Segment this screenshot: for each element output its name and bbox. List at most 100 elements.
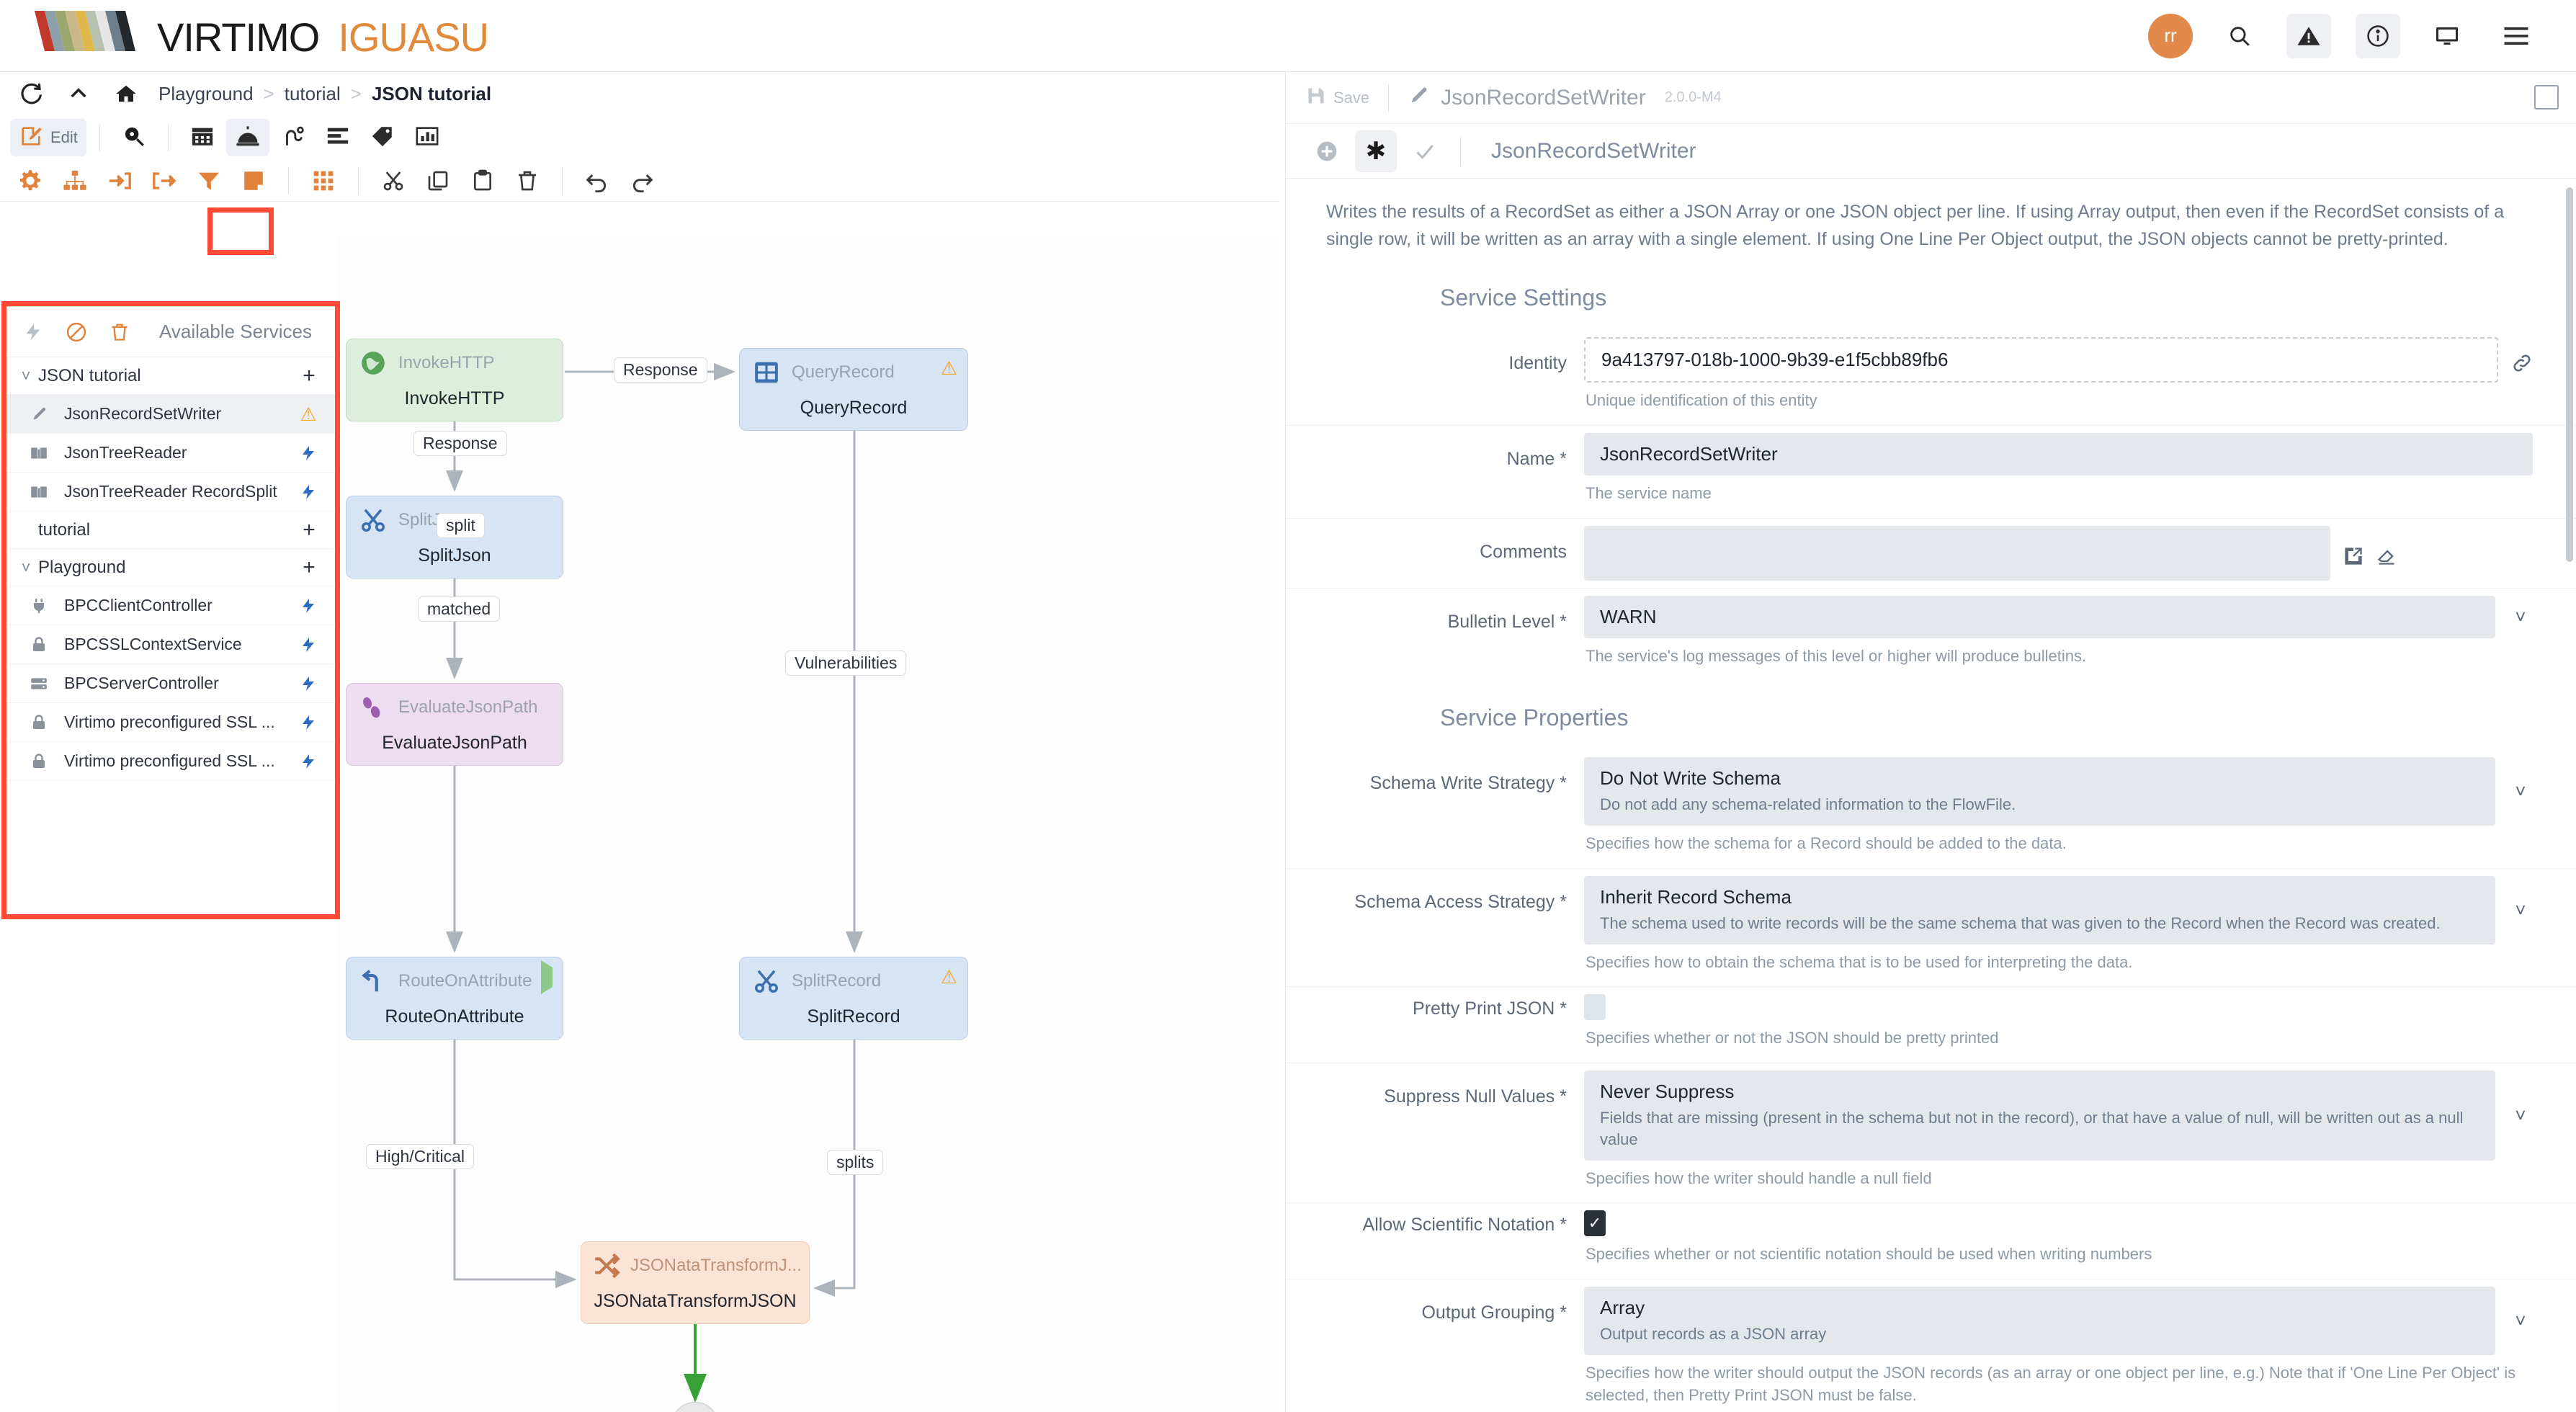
property-row-allow-scientific-notation: Allow Scientific Notation * ✓ Specifies … [1286, 1202, 2576, 1279]
redo-button[interactable] [622, 164, 662, 197]
zoom-button[interactable] [113, 119, 155, 156]
service-item-bpcsslcontextservice[interactable]: BPCSSLContextService [6, 625, 335, 664]
available-services-panel[interactable]: Available Services ˅ JSON tutorial + Jso… [6, 306, 336, 915]
hierarchy-button[interactable] [55, 164, 95, 197]
suppress-null-values-select[interactable]: Never Suppress Fields that are missing (… [1584, 1071, 2495, 1161]
edit-button[interactable]: Edit [10, 119, 86, 156]
toolbar-divider [99, 124, 100, 151]
paste-button[interactable] [462, 164, 503, 197]
cut-button[interactable] [373, 164, 413, 197]
chevron-up-icon[interactable] [63, 79, 94, 109]
allow-scientific-notation-checkbox[interactable]: ✓ [1584, 1210, 1606, 1237]
brand-logo: VIRTIMO IGUASU [0, 11, 489, 61]
flow-node-invokehttp[interactable]: InvokeHTTP InvokeHTTP [346, 339, 563, 421]
search-icon[interactable] [2217, 14, 2262, 58]
info-icon[interactable] [2356, 13, 2400, 58]
grid-button[interactable] [303, 164, 344, 197]
chevron-down-icon[interactable]: ˅ [2508, 757, 2533, 826]
monitor-icon[interactable] [2425, 14, 2469, 58]
flow-node-type: QueryRecord [792, 362, 895, 382]
import-button[interactable] [99, 164, 140, 197]
add-tab[interactable] [1306, 130, 1348, 172]
service-group-json-tutorial[interactable]: ˅ JSON tutorial + [6, 357, 335, 395]
breadcrumb-item-1[interactable]: tutorial [285, 83, 341, 105]
service-item-bpcservercontroller[interactable]: BPCServerController [6, 664, 335, 703]
service-item-jsonrecordsetwriter[interactable]: JsonRecordSetWriter ⚠ [6, 395, 335, 434]
bulletin-level-select[interactable]: WARN [1584, 595, 2495, 638]
flow-node-jsonatatransformjson[interactable]: JSONataTransformJ... JSONataTransformJSO… [581, 1241, 810, 1324]
hamburger-menu-icon[interactable] [2494, 14, 2539, 58]
flow-node-evaluatejsonpath[interactable]: EvaluateJsonPath EvaluateJsonPath [346, 683, 563, 766]
expand-icon[interactable] [2343, 546, 2363, 570]
warning-icon[interactable] [2286, 13, 2331, 58]
flow-node-queryrecord[interactable]: QueryRecord ⚠ QueryRecord [739, 348, 968, 431]
gear-icon [19, 169, 41, 190]
chevron-down-icon[interactable]: ˅ [2508, 1071, 2533, 1160]
service-item-jsontreereader[interactable]: JsonTreeReader [6, 434, 335, 473]
delete-button[interactable] [507, 164, 547, 197]
identity-input[interactable]: 9a413797-018b-1000-9b39-e1f5cbb89fb6 [1584, 337, 2498, 383]
service-item-jsontreereader-recordsplit[interactable]: JsonTreeReader RecordSplit [6, 473, 335, 511]
disable-icon[interactable] [63, 318, 90, 346]
validation-tab[interactable] [1404, 130, 1446, 172]
name-input[interactable]: JsonRecordSetWriter [1584, 432, 2533, 475]
comments-input[interactable] [1584, 525, 2330, 581]
add-service-button[interactable]: + [298, 364, 321, 388]
note-button[interactable] [233, 164, 274, 197]
chevron-down-icon[interactable]: ˅ [2508, 596, 2533, 638]
filter-button[interactable] [189, 164, 229, 197]
property-row-bulletin-level: Bulletin Level * WARN ˅ The service's lo… [1286, 587, 2576, 681]
trash-icon[interactable] [106, 318, 133, 346]
lock-icon [27, 752, 51, 771]
save-button[interactable]: Save [1306, 86, 1369, 110]
eraser-icon[interactable] [2376, 546, 2397, 570]
flow-node-splitrecord[interactable]: SplitRecord ⚠ SplitRecord [739, 957, 968, 1040]
variables-button[interactable] [317, 119, 359, 156]
collapse-panel-button[interactable] [2534, 85, 2559, 110]
lightning-icon[interactable] [19, 318, 47, 346]
service-config-panel: Save JsonRecordSetWriter 2.0.0-M4 ✱ Json… [1285, 72, 2576, 1412]
home-icon[interactable] [111, 79, 141, 109]
tag-icon [370, 124, 395, 152]
config-panel-scrollbar[interactable] [2566, 187, 2573, 562]
service-group-playground[interactable]: ˅ Playground + [6, 549, 335, 586]
add-service-button[interactable]: + [298, 555, 321, 580]
chevron-down-icon[interactable]: ˅ [2508, 876, 2533, 944]
settings-button[interactable] [10, 164, 50, 197]
export-button[interactable] [144, 164, 184, 197]
chevron-down-icon[interactable]: ˅ [2508, 1287, 2533, 1355]
schema-access-strategy-select[interactable]: Inherit Record Schema The schema used to… [1584, 875, 2495, 944]
save-icon [1306, 86, 1326, 110]
properties-tab[interactable]: ✱ [1355, 130, 1397, 172]
schema-write-strategy-select[interactable]: Do Not Write Schema Do not add any schem… [1584, 757, 2495, 826]
avatar[interactable]: rr [2148, 13, 2193, 58]
flow-canvas[interactable]: 1 4 ⚠ 2 0 [336, 236, 1279, 1412]
breadcrumb-item-2[interactable]: JSON tutorial [372, 83, 491, 105]
calendar-button[interactable] [182, 119, 223, 156]
undo-button[interactable] [577, 164, 617, 197]
breadcrumb-item-0[interactable]: Playground [158, 83, 254, 105]
breadcrumb-bar: Playground > tutorial > JSON tutorial [0, 72, 1279, 115]
labels-button[interactable] [362, 119, 403, 156]
toolbar-secondary [0, 160, 1279, 202]
flow-node-routeonattribute[interactable]: RouteOnAttribute RouteOnAttribute [346, 957, 563, 1040]
sitemap-icon [63, 170, 86, 190]
refresh-icon[interactable] [16, 79, 46, 109]
copy-button[interactable] [418, 164, 458, 197]
service-group-tutorial[interactable]: tutorial + [6, 511, 335, 549]
stats-button[interactable] [406, 119, 448, 156]
property-help: Unique identification of this entity [1586, 391, 1817, 409]
service-item-virtimo-ssl-2[interactable]: Virtimo preconfigured SSL ... [6, 742, 335, 781]
chevron-down-icon[interactable]: ˅ [14, 367, 38, 385]
pretty-print-json-checkbox[interactable] [1584, 994, 1606, 1021]
link-icon[interactable] [2511, 352, 2533, 377]
output-grouping-select[interactable]: Array Output records as a JSON array [1584, 1287, 2495, 1355]
service-item-virtimo-ssl-1[interactable]: Virtimo preconfigured SSL ... [6, 703, 335, 742]
redo-icon [632, 174, 653, 192]
parameters-button[interactable] [272, 119, 314, 156]
services-button[interactable] [225, 119, 269, 156]
add-service-button[interactable]: + [298, 518, 321, 542]
edge-label: Response [413, 431, 507, 456]
service-item-bpcclientcontroller[interactable]: BPCClientController [6, 586, 335, 625]
chevron-down-icon[interactable]: ˅ [14, 558, 38, 577]
